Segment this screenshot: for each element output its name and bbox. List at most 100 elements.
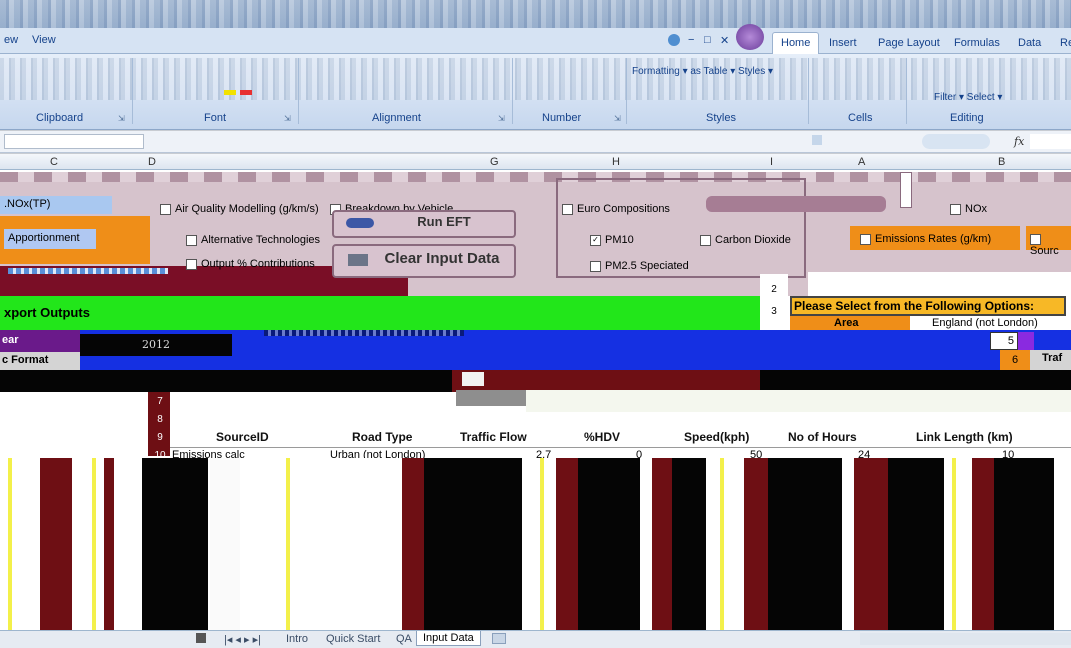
tab-insert[interactable]: Insert [829,37,857,49]
tab-page-layout[interactable]: Page Layout [878,37,940,49]
formula-input[interactable] [1030,134,1071,149]
run-eft-button[interactable]: Run EFT [332,210,516,238]
number-launcher-icon[interactable]: ⇲ [614,114,621,123]
group-editing-label: Editing [950,112,984,124]
value-cell[interactable]: 5 [990,332,1018,350]
name-box[interactable] [4,134,144,149]
clear-input-button[interactable]: Clear Input Data [332,244,516,278]
pm10-label: PM10 [605,234,634,246]
header-road-type[interactable]: Road Type [352,430,412,444]
tab-data[interactable]: Data [1018,37,1041,49]
pm10-checkbox[interactable]: ✓ PM10 [590,234,634,246]
column-stripe [142,458,208,630]
header-speed[interactable]: Speed(kph) [684,430,749,444]
tab-formulas[interactable]: Formulas [954,37,1000,49]
group-clipboard-label: Clipboard [36,112,84,124]
group-cells-label: Cells [848,112,873,124]
year-select[interactable]: 2012 [80,334,232,356]
sheet-tab-qa[interactable]: QA [396,633,412,645]
ribbon: Formatting ▾ as Table ▾ Styles ▾ Filter … [0,54,1071,130]
row-number[interactable]: 3 [764,306,784,317]
header-no-of-hours[interactable]: No of Hours [788,430,857,444]
column-header-i[interactable]: I [770,156,773,168]
insert-function-area[interactable] [922,134,990,149]
highlight-color-swatch[interactable] [224,90,236,95]
help-icon[interactable] [668,34,680,46]
apportionment-button[interactable]: Apportionment [4,229,96,249]
air-quality-checkbox[interactable]: Air Quality Modelling (g/km/s) [160,203,319,215]
sheet-nav-icon[interactable] [196,633,206,643]
sheet-nav-arrows-icon[interactable]: |◂ ◂ ▸ ▸| [224,633,261,646]
row-number[interactable]: 8 [150,414,170,425]
fx-icon[interactable]: fx [1014,135,1024,148]
cancel-entry-icon[interactable] [812,135,822,145]
styles-buttons[interactable]: Formatting ▾ as Table ▾ Styles ▾ [632,66,773,77]
menu-view-prefix[interactable]: ew [4,34,18,46]
format-checkbox-noise[interactable] [264,330,464,336]
column-stripe [652,458,672,630]
options-header-cell [808,272,1071,296]
traffic-label-cell: Traf [1030,350,1071,370]
insert-sheet-icon[interactable] [492,633,506,644]
column-stripe [994,458,1054,630]
group-separator [906,58,907,124]
column-header-h[interactable]: H [612,156,620,168]
co2-label: Carbon Dioxide [715,234,791,246]
minimize-button[interactable]: − [688,34,694,46]
group-alignment-label: Alignment [372,112,421,124]
tab-review[interactable]: Re [1060,37,1071,49]
restore-button[interactable]: □ [704,34,711,46]
alt-tech-label: Alternative Technologies [201,234,321,246]
horizontal-scrollbar[interactable] [860,633,1071,645]
menu-view[interactable]: View [32,34,56,46]
column-header-a[interactable]: A [858,156,865,168]
row-number[interactable]: 2 [764,284,784,295]
column-stripe [8,458,12,630]
header-hdv[interactable]: %HDV [584,430,620,444]
pm25-checkbox[interactable]: PM2.5 Speciated [590,260,689,272]
select-all-button[interactable] [706,196,886,212]
nox-checkbox[interactable]: NOx [950,203,987,215]
row-number[interactable]: 9 [150,432,170,443]
panel-scroll-handle[interactable] [900,172,912,208]
tab-home[interactable]: Home [772,32,820,54]
column-header-d[interactable]: D [148,156,156,168]
clipboard-launcher-icon[interactable]: ⇲ [118,114,125,123]
column-header-c[interactable]: C [50,156,58,168]
column-header-b[interactable]: B [998,156,1005,168]
ribbon-controls-area[interactable] [0,58,1071,100]
co2-checkbox[interactable]: Carbon Dioxide [700,234,791,246]
format-label: c Format [2,354,49,366]
font-color-swatch[interactable] [240,90,252,95]
office-button-icon[interactable] [736,24,764,50]
alignment-launcher-icon[interactable]: ⇲ [498,114,505,123]
header-traffic-flow[interactable]: Traffic Flow [460,430,527,444]
row-number[interactable]: 7 [150,396,170,407]
emission-rates-checkbox[interactable]: Emissions Rates (g/km) [860,233,991,245]
sheet-tab-intro[interactable]: Intro [286,633,308,645]
panel-footer-noise [8,268,168,274]
column-header-g[interactable]: G [490,156,499,168]
close-button[interactable]: ✕ [720,34,729,47]
sheet-tab-input-data[interactable]: Input Data [416,631,481,646]
filter-select-buttons[interactable]: Filter ▾ Select ▾ [934,92,1002,103]
column-stripe [104,458,114,630]
sheet-tab-quick-start[interactable]: Quick Start [326,633,380,645]
column-stripe [92,458,96,630]
nox-tp-cell[interactable]: .NOx(TP) [0,196,112,214]
alt-tech-checkbox[interactable]: Alternative Technologies [186,234,320,246]
checkbox-icon [950,203,961,215]
group-separator [808,58,809,124]
cell-value: 5 [1007,335,1014,347]
group-separator [132,58,133,124]
source-checkbox[interactable]: Sourc [1030,233,1071,257]
area-value: England (not London) [932,317,1038,329]
font-launcher-icon[interactable]: ⇲ [284,114,291,123]
checkbox-icon [186,258,197,270]
checkbox-icon [590,260,601,272]
header-sourceid[interactable]: SourceID [216,430,269,444]
header-link-length[interactable]: Link Length (km) [916,430,1013,444]
output-pct-checkbox[interactable]: Output % Contributions [186,258,315,270]
ribbon-tab-row: ew View − □ ✕ Home Insert Page Layout Fo… [0,24,1071,54]
group-separator [298,58,299,124]
